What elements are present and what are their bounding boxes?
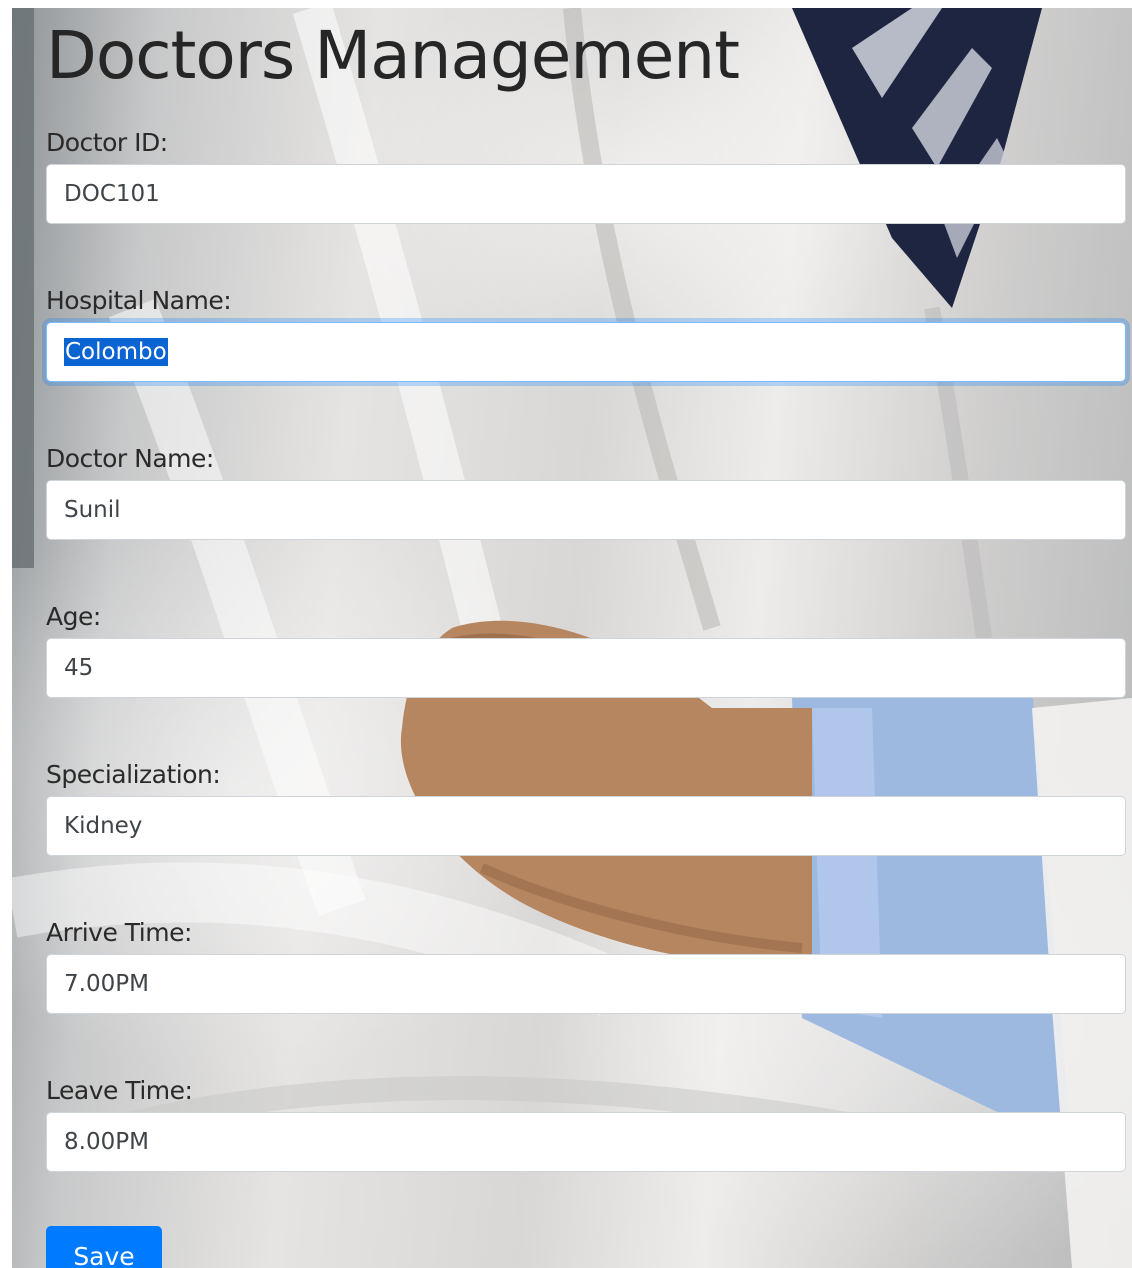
hospital-name-input[interactable]: Colombo	[46, 322, 1126, 382]
page: Doctors Management Doctor ID: DOC101 Hos…	[0, 0, 1132, 1268]
doctor-name-value: Sunil	[64, 497, 121, 523]
page-title: Doctors Management	[46, 17, 740, 94]
age-group: Age: 45	[46, 600, 1126, 698]
hospital-name-label: Hospital Name:	[46, 286, 232, 315]
hospital-name-value: Colombo	[64, 338, 168, 366]
doctor-name-group: Doctor Name: Sunil	[46, 442, 1126, 540]
doctor-id-value: DOC101	[64, 181, 160, 207]
form-container: Doctors Management Doctor ID: DOC101 Hos…	[46, 8, 1126, 1268]
save-button[interactable]: Save	[46, 1226, 162, 1268]
arrive-time-label: Arrive Time:	[46, 918, 192, 947]
doctor-name-label: Doctor Name:	[46, 444, 214, 473]
arrive-time-input[interactable]: 7.00PM	[46, 954, 1126, 1014]
doctor-id-input[interactable]: DOC101	[46, 164, 1126, 224]
leave-time-value: 8.00PM	[64, 1129, 149, 1155]
age-value: 45	[64, 655, 94, 681]
specialization-group: Specialization: Kidney	[46, 758, 1126, 856]
specialization-value: Kidney	[64, 813, 143, 839]
arrive-time-group: Arrive Time: 7.00PM	[46, 916, 1126, 1014]
doctor-id-label: Doctor ID:	[46, 128, 168, 157]
doctor-name-input[interactable]: Sunil	[46, 480, 1126, 540]
arrive-time-value: 7.00PM	[64, 971, 149, 997]
age-input[interactable]: 45	[46, 638, 1126, 698]
leave-time-input[interactable]: 8.00PM	[46, 1112, 1126, 1172]
leave-time-group: Leave Time: 8.00PM	[46, 1074, 1126, 1172]
doctor-id-group: Doctor ID: DOC101	[46, 126, 1126, 224]
leave-time-label: Leave Time:	[46, 1076, 193, 1105]
hospital-name-group: Hospital Name: Colombo	[46, 284, 1126, 382]
specialization-label: Specialization:	[46, 760, 221, 789]
specialization-input[interactable]: Kidney	[46, 796, 1126, 856]
age-label: Age:	[46, 602, 101, 631]
